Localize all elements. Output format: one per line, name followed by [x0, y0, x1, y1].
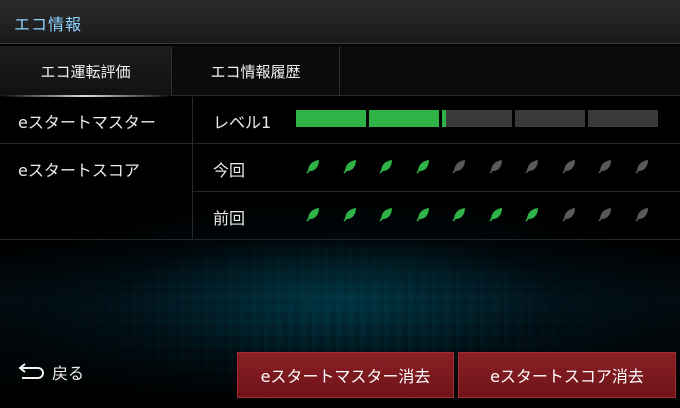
level-segment-fill — [296, 110, 366, 127]
clear-score-button[interactable]: eスタートスコア消去 — [458, 352, 676, 398]
title-bar: エコ情報 — [0, 0, 680, 44]
row-divider — [192, 191, 680, 192]
score-label: eスタートスコア — [18, 161, 140, 180]
leaf-icon — [524, 158, 540, 174]
row-divider — [0, 239, 680, 240]
clear-master-button[interactable]: eスタートマスター消去 — [237, 352, 454, 398]
eco-info-screen: エコ情報 エコ運転評価 エコ情報履歴 eスタートマスター レベル1 eスタートス… — [0, 0, 680, 408]
leaf-icon — [488, 206, 504, 222]
level-segment — [296, 110, 366, 127]
tab-bar: エコ運転評価 エコ情報履歴 — [0, 46, 680, 97]
leaf-icon — [342, 158, 358, 174]
back-button[interactable]: 戻る — [18, 360, 84, 384]
leaf-icon — [488, 158, 504, 174]
leaf-icon — [597, 206, 613, 222]
leaf-icon — [451, 158, 467, 174]
row-divider — [0, 143, 680, 144]
page-title: エコ情報 — [14, 15, 83, 34]
leaf-icon — [524, 206, 540, 222]
leaf-icon — [378, 206, 394, 222]
column-divider — [192, 97, 193, 239]
leaf-icon — [597, 158, 613, 174]
master-label: eスタートマスター — [18, 113, 156, 132]
master-level-bar — [296, 110, 658, 127]
level-segment — [442, 110, 512, 127]
leaf-icon — [415, 206, 431, 222]
leaf-icon — [378, 158, 394, 174]
level-segment-fill — [369, 110, 439, 127]
level-segment — [515, 110, 585, 127]
back-label: 戻る — [52, 364, 85, 383]
leaf-icon — [561, 158, 577, 174]
leaf-icon — [634, 206, 650, 222]
leaf-icon — [415, 158, 431, 174]
leaf-icon — [305, 158, 321, 174]
back-arrow-icon — [18, 363, 44, 379]
level-segment — [588, 110, 658, 127]
score-row-previous-label: 前回 — [213, 209, 246, 228]
leaf-icon — [305, 206, 321, 222]
leaf-icon — [342, 206, 358, 222]
master-level-label: レベル1 — [213, 113, 272, 132]
leaf-icon — [634, 158, 650, 174]
tab-eco-info-history[interactable]: エコ情報履歴 — [172, 46, 340, 96]
level-segment — [369, 110, 439, 127]
score-row-current-label: 今回 — [213, 161, 246, 180]
leaf-icon — [561, 206, 577, 222]
leaf-icon — [451, 206, 467, 222]
tab-eco-driving-evaluation[interactable]: エコ運転評価 — [0, 46, 172, 97]
level-segment-fill — [442, 110, 446, 127]
